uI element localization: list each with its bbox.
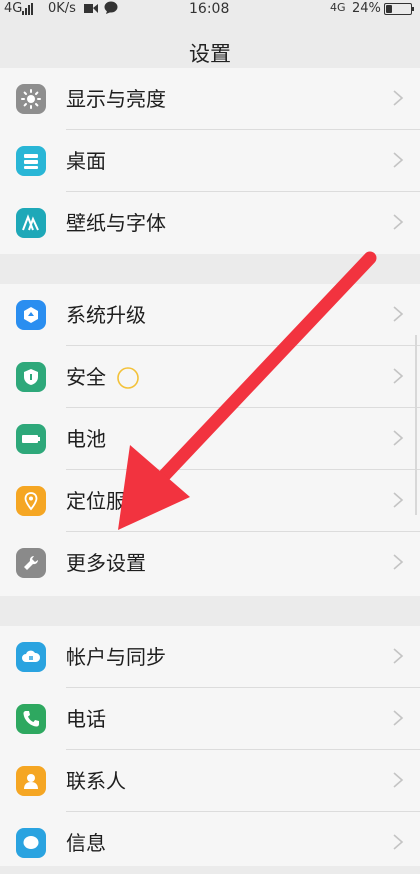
item-label: 壁纸与字体 bbox=[66, 211, 166, 235]
status-bar: 4G 0K/s 16:08 4G 24% bbox=[0, 0, 420, 18]
network-speed: 0K/s bbox=[48, 1, 76, 16]
chevron-right-icon bbox=[393, 368, 404, 384]
list-item-system-upgrade[interactable]: 系统升级 bbox=[0, 284, 420, 346]
item-label: 定位服 bbox=[66, 489, 126, 513]
list-item-messages[interactable]: 信息 bbox=[0, 812, 420, 874]
item-label: 桌面 bbox=[66, 149, 106, 173]
video-icon bbox=[84, 4, 98, 13]
message-icon bbox=[16, 828, 46, 858]
wallpaper-font-icon bbox=[16, 208, 46, 238]
settings-group-system: 系统升级 安全 电池 定位服 更多设置 bbox=[0, 284, 420, 596]
chevron-right-icon bbox=[393, 90, 404, 106]
chevron-right-icon bbox=[393, 772, 404, 788]
battery-icon bbox=[384, 3, 414, 15]
settings-group-accounts: 帐户与同步 电话 联系人 信息 bbox=[0, 626, 420, 866]
list-item-desktop[interactable]: 桌面 bbox=[0, 130, 420, 192]
network-label: 4G bbox=[4, 1, 23, 16]
chevron-right-icon bbox=[393, 430, 404, 446]
highlight-circle-icon bbox=[117, 367, 139, 389]
item-label: 安全 bbox=[66, 365, 106, 389]
battery-percent: 24% bbox=[352, 1, 381, 16]
item-label: 信息 bbox=[66, 831, 106, 855]
chevron-right-icon bbox=[393, 648, 404, 664]
chevron-right-icon bbox=[393, 152, 404, 168]
list-item-display-brightness[interactable]: 显示与亮度 bbox=[0, 68, 420, 130]
item-label: 更多设置 bbox=[66, 551, 146, 575]
scrollbar[interactable] bbox=[415, 335, 417, 515]
list-item-location[interactable]: 定位服 bbox=[0, 470, 420, 532]
location-icon bbox=[16, 486, 46, 516]
list-item-security[interactable]: 安全 bbox=[0, 346, 420, 408]
brightness-icon bbox=[16, 84, 46, 114]
list-item-battery[interactable]: 电池 bbox=[0, 408, 420, 470]
contacts-icon bbox=[16, 766, 46, 796]
list-item-contacts[interactable]: 联系人 bbox=[0, 750, 420, 812]
settings-group-display: 显示与亮度 桌面 壁纸与字体 bbox=[0, 68, 420, 254]
chevron-right-icon bbox=[393, 306, 404, 322]
network-right-label: 4G bbox=[330, 1, 346, 14]
signal-icon bbox=[22, 3, 34, 15]
battery-icon bbox=[16, 424, 46, 454]
phone-icon bbox=[16, 704, 46, 734]
desktop-icon bbox=[16, 146, 46, 176]
item-label: 电池 bbox=[66, 427, 106, 451]
list-item-account-sync[interactable]: 帐户与同步 bbox=[0, 626, 420, 688]
list-item-more-settings[interactable]: 更多设置 bbox=[0, 532, 420, 594]
cloud-icon bbox=[16, 642, 46, 672]
item-label: 显示与亮度 bbox=[66, 87, 166, 111]
system-upgrade-icon bbox=[16, 300, 46, 330]
wrench-icon bbox=[16, 548, 46, 578]
list-item-phone[interactable]: 电话 bbox=[0, 688, 420, 750]
chevron-right-icon bbox=[393, 834, 404, 850]
chevron-right-icon bbox=[393, 554, 404, 570]
shield-icon bbox=[16, 362, 46, 392]
chevron-right-icon bbox=[393, 214, 404, 230]
item-label: 联系人 bbox=[66, 769, 126, 793]
chevron-right-icon bbox=[393, 492, 404, 508]
chevron-right-icon bbox=[393, 710, 404, 726]
chat-icon bbox=[104, 1, 118, 14]
list-item-wallpaper-font[interactable]: 壁纸与字体 bbox=[0, 192, 420, 254]
item-label: 电话 bbox=[66, 707, 106, 731]
item-label: 帐户与同步 bbox=[66, 645, 166, 669]
clock: 16:08 bbox=[189, 1, 230, 17]
item-label: 系统升级 bbox=[66, 303, 146, 327]
